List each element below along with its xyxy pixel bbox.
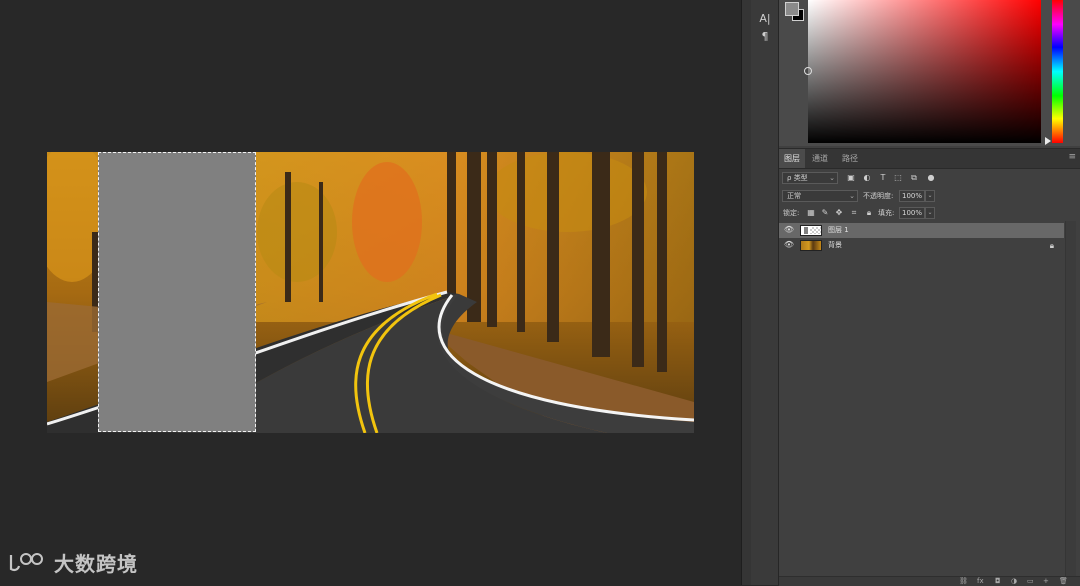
lock-transparent-pixels-icon[interactable]: ▦	[806, 208, 816, 218]
fill-stepper-icon[interactable]: ⌄	[925, 207, 935, 219]
image-filter-icon[interactable]: ▣	[846, 173, 856, 183]
layer-filter-row: ρ 类型 ⌄ ▣ ◐ T ⬚ ⧉ ●	[779, 170, 1080, 187]
lock-position-icon[interactable]: ✥	[834, 208, 844, 218]
layer-thumbnail-content	[804, 227, 808, 234]
fill-label: 填充:	[878, 209, 895, 217]
blend-mode-dropdown[interactable]: 正常 ⌄	[782, 190, 858, 202]
fg-bg-swatches[interactable]	[785, 2, 805, 22]
layer-thumbnail	[800, 225, 822, 236]
lock-fill-row: 锁定: ▦ ✎ ✥ ⌗ 🔒︎ 填充: 100% ⌄	[779, 205, 1080, 222]
layer-thumbnail	[800, 240, 822, 251]
transparency-pattern	[810, 227, 821, 234]
layer-row-layer-1[interactable]: 👁︎ 图层 1	[779, 223, 1064, 238]
smart-object-filter-icon[interactable]: ⧉	[909, 173, 919, 183]
hue-slider[interactable]	[1052, 0, 1063, 143]
opacity-input[interactable]: 100%	[899, 190, 925, 202]
character-panel-icon[interactable]: A|	[755, 11, 775, 27]
toggle-filter-icon[interactable]: ●	[926, 173, 936, 183]
adjustment-filter-icon[interactable]: ◐	[862, 173, 872, 183]
lock-all-icon[interactable]: 🔒︎	[864, 208, 874, 218]
lock-image-pixels-icon[interactable]: ✎	[820, 208, 830, 218]
filter-type-label: 类型	[793, 174, 808, 182]
blend-mode-value: 正常	[787, 192, 801, 200]
hue-slider-arrow-icon[interactable]	[1045, 137, 1051, 145]
layer-filter-dropdown[interactable]: ρ 类型 ⌄	[782, 172, 838, 184]
opacity-stepper-icon[interactable]: ⌄	[925, 190, 935, 202]
layers-scrollbar[interactable]	[1065, 221, 1076, 576]
color-picker-field[interactable]	[804, 0, 1041, 143]
paragraph-panel-icon[interactable]: ¶	[755, 29, 775, 45]
watermark: 大数跨境	[8, 548, 138, 577]
visibility-eye-icon[interactable]: 👁︎	[783, 240, 795, 250]
watermark-text: 大数跨境	[54, 552, 138, 576]
right-panel: 图层 通道 路径 ≡ ρ 类型 ⌄ ▣ ◐ T ⬚ ⧉ ● 正常 ⌄ 不透明度:…	[779, 0, 1080, 586]
collapsed-panel-icons: A| ¶	[751, 0, 779, 585]
shape-filter-icon[interactable]: ⬚	[893, 173, 903, 183]
color-panel	[779, 0, 1080, 146]
lock-artboard-icon[interactable]: ⌗	[849, 208, 859, 218]
foreground-color-swatch[interactable]	[785, 2, 799, 16]
chevron-down-icon: ⌄	[849, 192, 855, 200]
layer-name[interactable]: 背景	[828, 238, 842, 253]
layer-lock-icon[interactable]: 🔒︎	[1050, 240, 1054, 251]
type-filter-icon[interactable]: T	[878, 173, 888, 183]
opacity-label: 不透明度:	[863, 192, 894, 200]
panel-menu-icon[interactable]: ≡	[1068, 153, 1076, 162]
marquee-selection[interactable]	[98, 152, 256, 432]
layers-panel-tabs: 图层 通道 路径 ≡	[779, 148, 1080, 169]
layer-name[interactable]: 图层 1	[828, 223, 849, 238]
lock-label: 锁定:	[783, 209, 800, 217]
visibility-eye-icon[interactable]: 👁︎	[783, 225, 795, 235]
picker-cursor[interactable]	[804, 67, 812, 75]
canvas-area[interactable]: 大数跨境	[0, 0, 741, 585]
layer-row-background[interactable]: 👁︎ 背景 🔒︎	[779, 238, 1064, 253]
blend-opacity-row: 正常 ⌄ 不透明度: 100% ⌄	[779, 188, 1080, 205]
chevron-down-icon: ⌄	[829, 174, 835, 182]
watermark-logo-icon	[9, 552, 43, 571]
search-icon: ρ	[787, 174, 792, 182]
tab-layers[interactable]: 图层	[779, 149, 805, 168]
tab-paths[interactable]: 路径	[837, 149, 863, 168]
fill-input[interactable]: 100%	[899, 207, 925, 219]
tab-channels[interactable]: 通道	[807, 149, 833, 168]
